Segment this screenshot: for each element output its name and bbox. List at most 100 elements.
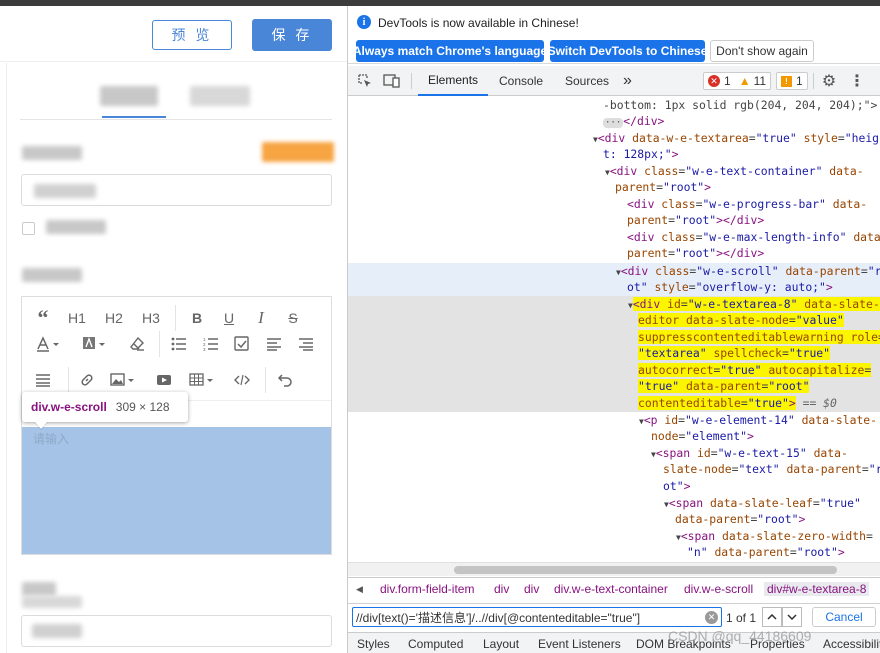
dom-line[interactable]: ··· </div> [603, 113, 664, 132]
breadcrumb-item[interactable]: div.w-e-scroll [684, 582, 753, 596]
dom-line-selected[interactable]: editor data-slate-node="value" [638, 312, 844, 329]
tab-sources[interactable]: Sources [555, 66, 619, 96]
infobar-message: DevTools is now available in Chinese! [378, 16, 579, 30]
tab-console[interactable]: Console [489, 66, 553, 96]
h1-button[interactable]: H1 [65, 307, 89, 329]
tab-divider [20, 119, 332, 120]
dom-line[interactable]: parent="root"></div> [627, 245, 764, 262]
next-match-button[interactable] [782, 607, 802, 627]
dom-line[interactable]: "n" data-parent="root"> [687, 544, 845, 561]
tooltip-selector: div.w-e-scroll [31, 400, 107, 414]
tabbar-divider [411, 73, 412, 89]
dom-line[interactable]: node="element"> [651, 428, 754, 445]
strikethrough-button[interactable]: S [281, 307, 305, 329]
numbered-list-icon[interactable]: 123 [199, 333, 223, 355]
always-match-language-button[interactable]: Always match Chrome's language [353, 40, 547, 62]
dom-line-selected[interactable]: "true" data-parent="root" [638, 378, 810, 395]
cancel-search-button[interactable]: Cancel [812, 607, 876, 627]
dom-line-selected[interactable]: autocorrect="true" autocapitalize= [638, 362, 872, 379]
checkbox-label-blurred [46, 220, 106, 234]
breadcrumb-item[interactable]: div [494, 582, 509, 596]
dom-line-selected[interactable]: "textarea" spellcheck="true" [638, 345, 831, 362]
breadcrumb-item-active[interactable]: div#w-e-textarea-8 [764, 582, 870, 596]
switch-to-chinese-button[interactable]: Switch DevTools to Chinese [548, 40, 707, 62]
dom-line[interactable]: -bottom: 1px solid rgb(204, 204, 204);"> [603, 97, 877, 114]
breadcrumb-item[interactable]: div [524, 582, 539, 596]
more-options-icon[interactable]: ⋮ [848, 72, 866, 90]
scrollbar-thumb[interactable] [454, 566, 837, 574]
dom-line[interactable]: <div class="w-e-max-length-info" data- [627, 229, 880, 246]
save-button[interactable]: 保 存 [252, 19, 332, 51]
editor-scroll-area[interactable]: 请输入 [22, 427, 331, 554]
todo-list-icon[interactable] [230, 333, 254, 355]
breadcrumb-item[interactable]: div.form-field-item [380, 582, 474, 596]
message-icon: ! [781, 75, 792, 87]
bulleted-list-icon[interactable] [167, 333, 191, 355]
info-count-badge[interactable]: ! 1 [776, 72, 808, 90]
dont-show-again-button[interactable]: Don't show again [710, 40, 814, 62]
tab-accessibility[interactable]: Accessibility [823, 637, 880, 651]
previous-match-button[interactable] [762, 607, 782, 627]
bold-button[interactable]: B [185, 307, 209, 329]
clear-search-icon[interactable]: ✕ [705, 611, 718, 624]
justify-icon[interactable] [31, 369, 55, 391]
error-count-badge[interactable]: ✕ 1 ▲ 11 [703, 72, 772, 90]
dom-line[interactable]: ot"> [663, 478, 690, 495]
device-toolbar-icon[interactable] [383, 72, 401, 90]
inspect-element-icon[interactable] [356, 72, 374, 90]
italic-button[interactable]: I [249, 307, 273, 329]
tab-blurred-1[interactable] [100, 86, 158, 106]
dom-line-selected[interactable]: contenteditable="true"> == $0 [638, 395, 837, 412]
align-right-icon[interactable] [294, 333, 318, 355]
align-left-icon[interactable] [262, 333, 286, 355]
dom-line[interactable]: parent="root"></div> [627, 212, 764, 229]
dom-line[interactable]: data-parent="root"> [675, 511, 805, 528]
dom-line[interactable]: t: 128px;"> [603, 146, 678, 163]
preview-button[interactable]: 预 览 [152, 20, 232, 50]
tab-blurred-2[interactable] [190, 86, 250, 106]
undo-icon[interactable] [273, 369, 297, 391]
toolbar-divider [68, 367, 69, 393]
tab-styles[interactable]: Styles [357, 637, 390, 651]
h2-button[interactable]: H2 [102, 307, 126, 329]
dom-line-selected[interactable]: suppresscontenteditablewarning role= [638, 329, 880, 346]
warning-icon: ▲ [738, 74, 751, 88]
clear-format-icon[interactable] [125, 333, 149, 355]
table-icon[interactable] [187, 369, 217, 391]
checkbox[interactable] [22, 222, 35, 235]
dom-horizontal-scrollbar[interactable] [348, 562, 880, 576]
dom-line[interactable]: <div class="w-e-progress-bar" data- [627, 196, 867, 213]
image-icon[interactable] [108, 369, 138, 391]
font-color-icon[interactable] [34, 333, 64, 355]
breadcrumb-item[interactable]: div.w-e-text-container [554, 582, 668, 596]
text-field-2[interactable] [21, 615, 332, 647]
tab-layout[interactable]: Layout [483, 637, 519, 651]
dom-line[interactable]: ot" style="overflow-y: auto;"> [627, 279, 833, 296]
breadcrumb-left-arrow[interactable]: ◀ [356, 584, 363, 595]
editor-placeholder: 请输入 [33, 432, 70, 446]
inspect-tooltip: div.w-e-scroll 309 × 128 [22, 392, 188, 422]
link-icon[interactable] [75, 369, 99, 391]
background-color-icon[interactable] [80, 333, 110, 355]
tab-event-listeners[interactable]: Event Listeners [538, 637, 621, 651]
video-icon[interactable] [152, 369, 176, 391]
dom-line[interactable]: parent="root"> [615, 179, 711, 196]
dom-line[interactable]: slate-node="text" data-parent="ro [663, 461, 880, 478]
more-tabs-icon[interactable]: » [619, 66, 636, 96]
settings-gear-icon[interactable]: ⚙ [820, 72, 838, 90]
blockquote-button[interactable]: “ [31, 305, 55, 330]
field-label-blurred-3 [22, 596, 82, 608]
app-pane: 预 览 保 存 “ H1 H2 H3 B U I S 1 2 3 请输入 div… [0, 6, 347, 653]
rich-text-editor: “ H1 H2 H3 B U I S 123 请输入 [21, 296, 332, 555]
tab-computed[interactable]: Computed [408, 637, 463, 651]
dom-tree[interactable]: -bottom: 1px solid rgb(204, 204, 204);">… [348, 97, 880, 562]
devtools-panel: i DevTools is now available in Chinese! … [347, 6, 880, 653]
h3-button[interactable]: H3 [139, 307, 163, 329]
code-icon[interactable] [230, 369, 254, 391]
xpath-search-input[interactable]: //div[text()='描述信息']/..//div[@contentedi… [352, 607, 722, 627]
match-count: 1 of 1 [726, 611, 757, 625]
underline-button[interactable]: U [217, 307, 241, 329]
info-count: 1 [796, 74, 803, 88]
tab-elements[interactable]: Elements [418, 66, 489, 96]
text-field[interactable] [21, 174, 332, 206]
